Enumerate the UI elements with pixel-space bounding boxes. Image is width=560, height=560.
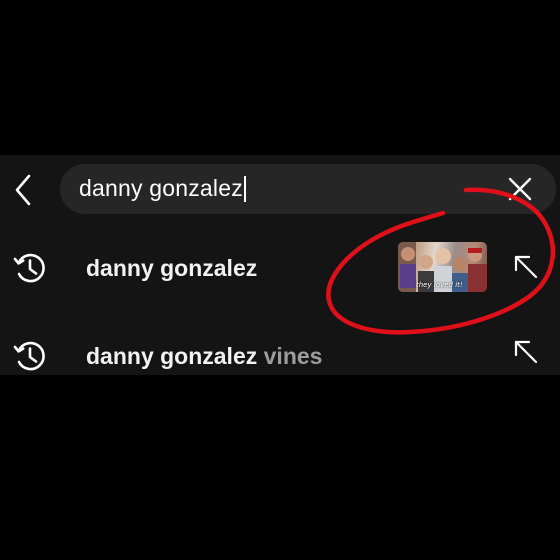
red-annotation-circle bbox=[326, 187, 556, 335]
screenshot-page: danny gonzalez danny gonzalez danny gonz… bbox=[0, 0, 560, 560]
